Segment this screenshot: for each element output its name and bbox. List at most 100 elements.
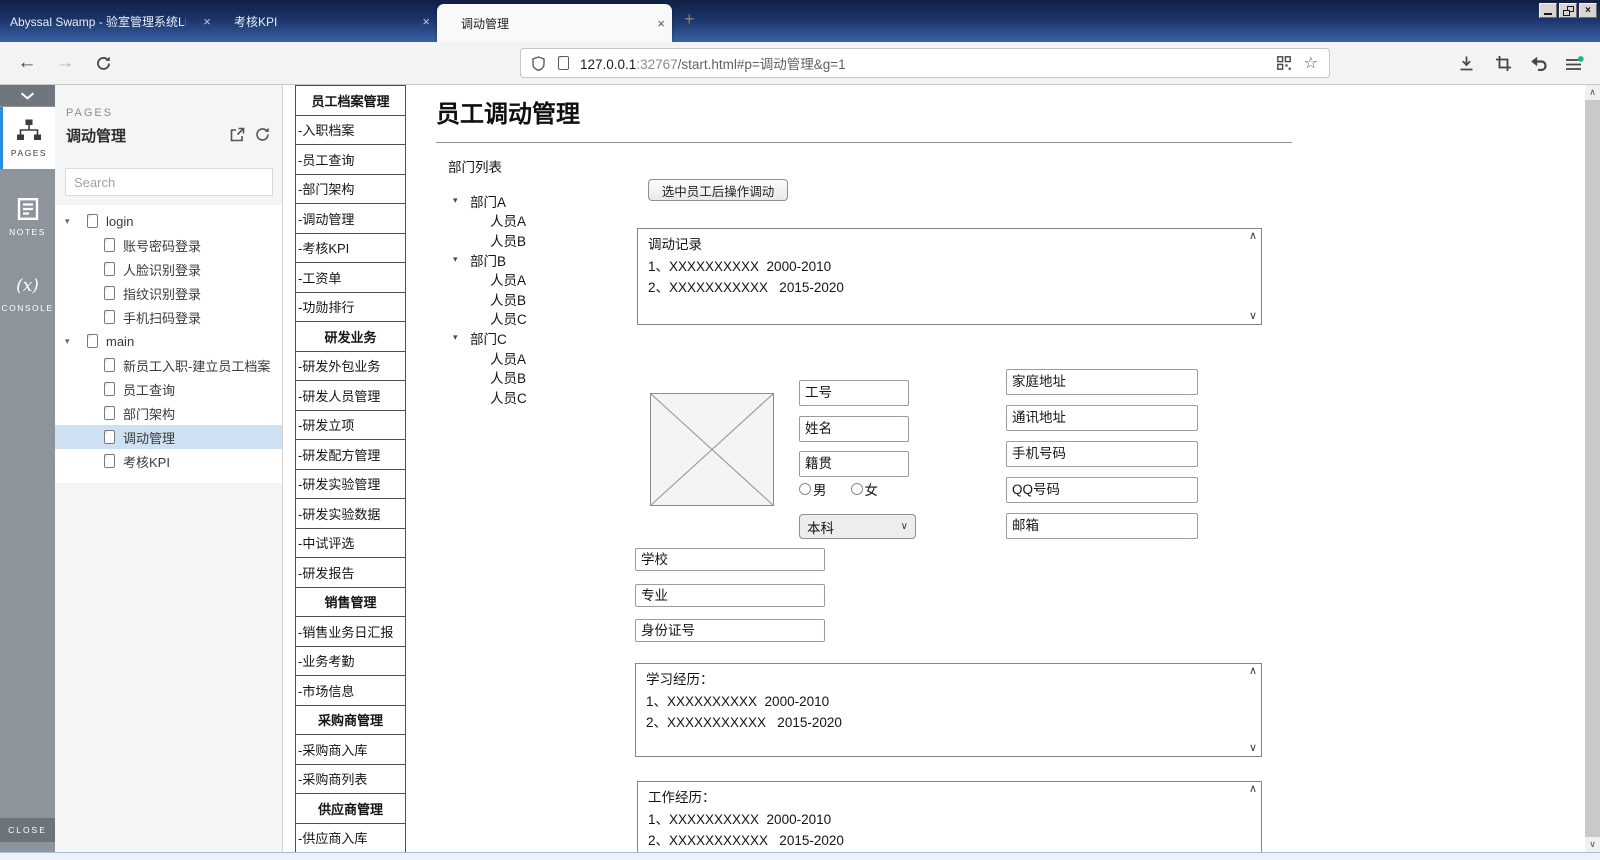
menu-item-rd-staff[interactable]: -研发人员管理 [296,381,405,411]
dept-tree-person[interactable]: 人员B [453,230,527,250]
app-menu-button[interactable] [1560,50,1588,77]
close-icon[interactable]: × [196,14,218,29]
menu-item-sales-daily-report[interactable]: -销售业务日汇报 [296,617,405,647]
forward-button[interactable]: → [50,42,80,84]
menu-item-merit-ranking[interactable]: -功勋排行 [296,293,405,323]
menu-item-rd-formula[interactable]: -研发配方管理 [296,440,405,470]
tree-item-account-login[interactable]: 账号密码登录 [55,233,282,257]
export-page-button[interactable] [230,127,245,147]
menu-item-transfer-management[interactable]: -调动管理 [296,204,405,234]
scroll-down-icon[interactable]: ∨ [1585,837,1600,852]
radio-icon[interactable] [799,483,811,495]
qr-code-icon[interactable] [1277,56,1291,70]
school-field[interactable]: 学校 [635,548,825,571]
scroll-up-icon[interactable]: ∧ [1249,231,1257,242]
menu-item-purchaser-entry[interactable]: -采购商入库 [296,735,405,765]
dept-tree-dept-a[interactable]: ▾ 部门A [453,191,527,211]
scroll-up-icon[interactable]: ∧ [1249,784,1257,795]
gender-male-radio[interactable]: 男 [799,479,827,499]
tree-item-main[interactable]: ▾ main [55,329,282,353]
reload-button[interactable] [88,42,118,84]
rail-item-pages[interactable]: PAGES [0,107,55,169]
menu-item-onboarding-files[interactable]: -入职档案 [296,116,405,146]
back-button[interactable]: ← [12,42,42,84]
tab-kpi[interactable]: 考核KPI × [218,0,437,42]
email-field[interactable]: 邮箱 [1006,513,1198,539]
tree-item-fingerprint-login[interactable]: 指纹识别登录 [55,281,282,305]
home-address-field[interactable]: 家庭地址 [1006,369,1198,395]
menu-item-rd-project[interactable]: -研发立项 [296,411,405,441]
scroll-up-icon[interactable]: ∧ [1585,85,1600,100]
transfer-record-textarea[interactable]: 调动记录1、XXXXXXXXXX 2000-20102、XXXXXXXXXXX … [637,228,1262,325]
bookmark-star-icon[interactable]: ☆ [1304,53,1318,73]
education-select[interactable]: 本科 ∨ [799,514,916,539]
close-viewer-button[interactable]: CLOSE [0,818,55,842]
search-input[interactable] [65,168,273,196]
rail-item-notes[interactable]: NOTES [0,188,55,248]
tree-expand-icon[interactable]: ▾ [453,332,470,343]
scroll-down-icon[interactable]: ∨ [1249,311,1257,322]
tree-item-kpi[interactable]: 考核KPI [55,449,282,473]
menu-header-employee-files[interactable]: 员工档案管理 [296,86,405,116]
close-icon[interactable]: × [415,14,437,29]
restore-button[interactable] [1559,3,1577,18]
menu-item-rd-report[interactable]: -研发报告 [296,558,405,588]
dept-tree-person[interactable]: 人员B [453,289,527,309]
horizontal-scrollbar[interactable] [0,852,1600,860]
vertical-scrollbar[interactable]: ∧ ∨ [1585,85,1600,852]
menu-item-business-attendance[interactable]: -业务考勤 [296,647,405,677]
native-place-field[interactable]: 籍贯 [799,451,909,477]
tree-item-transfer-management[interactable]: 调动管理 [55,425,282,449]
dept-tree-person[interactable]: 人员A [453,348,527,368]
menu-header-suppliers[interactable]: 供应商管理 [296,794,405,824]
dept-tree-person[interactable]: 人员A [453,211,527,231]
scroll-up-icon[interactable]: ∧ [1249,666,1257,677]
scrollbar-thumb[interactable] [1585,100,1600,837]
refresh-page-button[interactable] [255,127,270,147]
work-history-textarea[interactable]: 工作经历：1、XXXXXXXXXX 2000-20102、XXXXXXXXXXX… [637,781,1262,852]
tree-item-new-employee[interactable]: 新员工入职-建立员工档案 [55,353,282,377]
dept-tree-dept-c[interactable]: ▾ 部门C [453,328,527,348]
menu-item-purchaser-list[interactable]: -采购商列表 [296,765,405,795]
menu-item-supplier-entry[interactable]: -供应商入库 [296,824,405,853]
close-icon[interactable]: × [650,16,672,31]
tab-lims[interactable]: Abyssal Swamp - 验室管理系统LIMS × [0,0,218,42]
tree-item-login[interactable]: ▾ login [55,209,282,233]
menu-item-employee-query[interactable]: -员工查询 [296,145,405,175]
address-bar[interactable]: 127.0.0.1:32767/start.html#p=调动管理&g=1 ☆ [520,48,1330,78]
menu-item-rd-outsourcing[interactable]: -研发外包业务 [296,352,405,382]
screenshot-button[interactable] [1489,50,1517,77]
collapse-panel-button[interactable] [0,85,55,106]
menu-item-department-structure[interactable]: -部门架构 [296,175,405,205]
id-number-field[interactable]: 身份证号 [635,619,825,642]
qq-number-field[interactable]: QQ号码 [1006,477,1198,503]
menu-item-market-info[interactable]: -市场信息 [296,676,405,706]
window-close-button[interactable]: × [1579,3,1597,18]
menu-item-payroll[interactable]: -工资单 [296,263,405,293]
tree-item-department-structure[interactable]: 部门架构 [55,401,282,425]
dept-tree-dept-b[interactable]: ▾ 部门B [453,250,527,270]
menu-item-rd-experiment-data[interactable]: -研发实验数据 [296,499,405,529]
mailing-address-field[interactable]: 通讯地址 [1006,405,1198,431]
dept-tree-person[interactable]: 人员A [453,269,527,289]
employee-no-field[interactable]: 工号 [799,380,909,406]
downloads-button[interactable] [1452,50,1480,77]
undo-button[interactable] [1524,50,1552,77]
mobile-number-field[interactable]: 手机号码 [1006,441,1198,467]
tree-item-qr-login[interactable]: 手机扫码登录 [55,305,282,329]
menu-item-rd-experiment[interactable]: -研发实验管理 [296,470,405,500]
menu-item-pilot-evaluation[interactable]: -中试评选 [296,529,405,559]
tree-expand-icon[interactable]: ▾ [453,195,470,206]
tree-expand-icon[interactable]: ▾ [65,216,87,227]
menu-header-purchasers[interactable]: 采购商管理 [296,706,405,736]
dept-tree-person[interactable]: 人员C [453,387,527,407]
study-history-textarea[interactable]: 学习经历：1、XXXXXXXXXX 2000-20102、XXXXXXXXXXX… [635,663,1262,757]
major-field[interactable]: 专业 [635,584,825,607]
dept-tree-person[interactable]: 人员B [453,367,527,387]
transfer-action-button[interactable]: 选中员工后操作调动 [648,179,788,201]
name-field[interactable]: 姓名 [799,416,909,442]
rail-item-console[interactable]: (x) CONSOLE [0,268,55,324]
scroll-down-icon[interactable]: ∨ [1249,743,1257,754]
menu-item-kpi[interactable]: -考核KPI [296,234,405,264]
minimize-button[interactable] [1539,3,1557,18]
